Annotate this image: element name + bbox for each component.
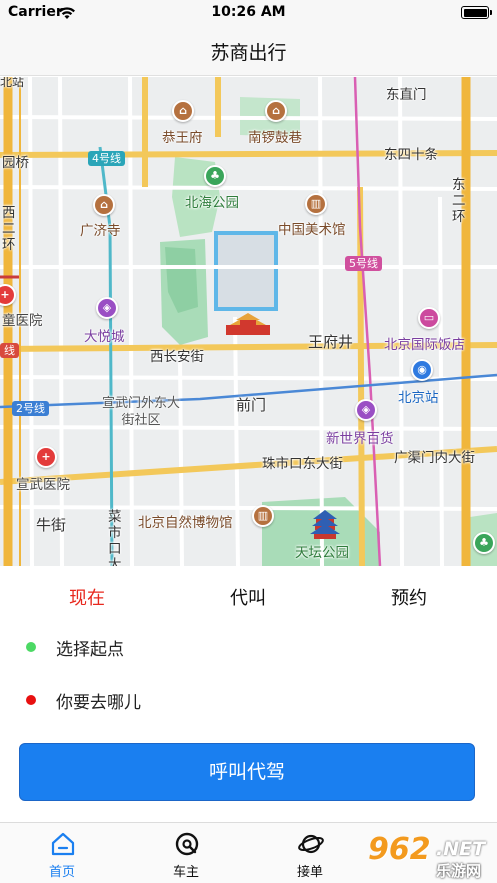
start-dot-icon — [26, 642, 36, 652]
tabbar-label-orders: 接单 — [296, 865, 323, 880]
map-label: 宣武门外东大街社区 — [101, 396, 180, 428]
temple-pin-icon[interactable]: ⌂ — [93, 194, 115, 216]
map-label: 童医院 — [2, 313, 43, 329]
map-label: 广渠门内大街 — [394, 450, 475, 466]
subway-line-2-badge: 2号线 — [12, 401, 49, 416]
map-label: 广济寺 — [80, 223, 121, 239]
map-label: 北京自然博物馆 — [138, 515, 233, 531]
battery-icon — [461, 6, 492, 19]
tabbar-item-home[interactable]: 首页 — [0, 823, 124, 883]
map-label: 北海公园 — [185, 195, 239, 211]
tiananmen-landmark-icon[interactable] — [224, 311, 272, 337]
clock: 10:26 AM — [211, 4, 286, 20]
map-label: 天坛公园 — [295, 545, 349, 561]
tabbar-label-home: 首页 — [48, 865, 75, 880]
tab-now[interactable]: 现在 — [27, 584, 147, 610]
subway-line-4-badge: 4号线 — [88, 151, 125, 166]
planet-icon — [298, 831, 324, 857]
map-label: 北京国际饭店 — [384, 337, 465, 353]
map-label: 园桥 — [2, 155, 29, 171]
home-icon — [50, 831, 76, 857]
subway-line-1-badge: 线 — [0, 343, 19, 358]
map-label: 东四十条 — [384, 147, 438, 163]
shopping-pin-icon[interactable]: ◈ — [96, 297, 118, 319]
watermark-text: 乐游网 — [436, 862, 482, 880]
park-pin-icon[interactable]: ♣ — [204, 165, 226, 187]
map-label: 牛街 — [36, 516, 67, 534]
start-location-row[interactable]: 选择起点 — [0, 620, 497, 674]
map-label: 南锣鼓巷 — [248, 130, 302, 146]
museum-pin-icon[interactable]: ▥ — [305, 193, 327, 215]
tabbar-item-owner[interactable]: 车主 — [124, 823, 248, 883]
map-label: 北站 — [0, 77, 25, 89]
map-label: 菜市口大 — [108, 509, 122, 566]
map-label: 恭王府 — [162, 130, 203, 146]
map-label: 前门 — [236, 396, 267, 414]
shopping-pin-icon[interactable]: ◈ — [355, 399, 377, 421]
map-label: 珠市口东大街 — [262, 456, 343, 472]
page-title: 苏商出行 — [210, 42, 287, 64]
tab-proxy-call[interactable]: 代叫 — [188, 584, 308, 610]
train-station-pin-icon[interactable]: ◉ — [411, 359, 433, 381]
map-label: 中国美术馆 — [278, 222, 346, 238]
site-watermark-logo: 962 .NET 乐游网 — [362, 832, 497, 883]
map-label: 西长安街 — [150, 349, 204, 365]
map-label: 东二环 — [452, 177, 466, 225]
status-bar: Carrier 10:26 AM — [0, 0, 497, 26]
temple-of-heaven-landmark-icon[interactable] — [310, 509, 340, 541]
map-label: 王府井 — [308, 333, 354, 351]
destination-dot-icon — [26, 695, 36, 705]
watermark-number: 962 — [368, 832, 431, 867]
tabbar-item-orders[interactable]: 接单 — [248, 823, 372, 883]
destination-row[interactable]: 你要去哪儿 — [0, 673, 497, 727]
map-view[interactable]: ⌂ ⌂ ♣ ⌂ ▥ ◈ ▭ ◉ ◈ + + ▥ ♣ 4号线 5号线 线 2号线 … — [0, 77, 497, 566]
map-label: 大悦城 — [84, 329, 125, 345]
call-driver-button[interactable]: 呼叫代驾 — [19, 743, 475, 801]
mode-tabs: 现在 代叫 预约 — [0, 566, 497, 626]
start-location-field[interactable]: 选择起点 — [56, 635, 124, 660]
palace-pin-icon[interactable]: ⌂ — [172, 100, 194, 122]
map-label: 西二环 — [2, 205, 16, 253]
map-label: 宣武医院 — [16, 477, 70, 493]
palace-pin-icon[interactable]: ⌂ — [265, 100, 287, 122]
park-pin-icon[interactable]: ♣ — [473, 532, 495, 554]
museum-pin-icon[interactable]: ▥ — [252, 505, 274, 527]
hotel-pin-icon[interactable]: ▭ — [418, 307, 440, 329]
watermark-net: .NET — [436, 838, 486, 860]
tabbar-label-owner: 车主 — [172, 865, 199, 880]
hospital-pin-icon[interactable]: + — [35, 446, 57, 468]
map-label: 东直门 — [386, 87, 427, 103]
subway-line-5-badge: 5号线 — [345, 256, 382, 271]
nav-bar: 苏商出行 — [0, 26, 497, 76]
hospital-pin-icon[interactable]: + — [0, 284, 16, 306]
tab-reserve[interactable]: 预约 — [349, 584, 469, 610]
map-label: 北京站 — [398, 390, 439, 406]
steering-wheel-icon — [174, 831, 200, 857]
map-label: 新世界百货 — [326, 431, 394, 447]
destination-field[interactable]: 你要去哪儿 — [56, 688, 141, 713]
